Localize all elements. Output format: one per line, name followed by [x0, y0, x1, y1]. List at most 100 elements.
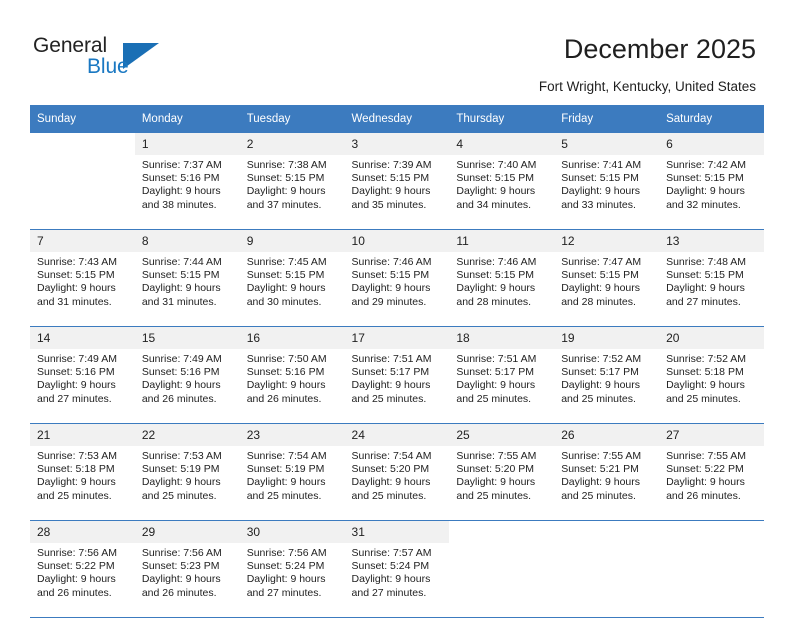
calendar-day-cell[interactable]: 23 Sunrise: 7:54 AM Sunset: 5:19 PM Dayligh…	[239, 424, 345, 521]
calendar-day-cell[interactable]: 27 Sunrise: 7:55 AM Sunset: 5:22 PM Dayligh…	[659, 424, 764, 521]
day-number: 27	[659, 424, 764, 446]
calendar-week-row: 1 Sunrise: 7:37 AM Sunset: 5:16 PM Daylight…	[30, 133, 764, 230]
page-title: December 2025	[563, 34, 756, 64]
day-detail-line: Sunrise: 7:53 AM	[141, 450, 222, 462]
day-details: Sunrise: 7:39 AM Sunset: 5:15 PM Daylight:…	[345, 155, 450, 229]
calendar-day-cell[interactable]: 30 Sunrise: 7:56 AM Sunset: 5:24 PM Dayligh…	[239, 521, 345, 618]
day-detail-line: Sunset: 5:20 PM	[456, 463, 535, 476]
day-detail-line: Sunrise: 7:51 AM	[351, 353, 432, 365]
day-number: 8	[134, 230, 240, 252]
day-details: Sunrise: 7:41 AM Sunset: 5:15 PM Daylight:…	[554, 155, 659, 229]
day-detail-line: Sunrise: 7:54 AM	[246, 450, 327, 462]
day-details: Sunrise: 7:43 AM Sunset: 5:15 PM Daylight:…	[30, 252, 135, 326]
weekday-header-wednesday: Wednesday	[344, 105, 450, 133]
day-detail-line: and 29 minutes.	[351, 295, 427, 308]
day-detail-line: Sunset: 5:15 PM	[37, 269, 115, 282]
day-detail-line: Sunrise: 7:44 AM	[141, 256, 222, 268]
calendar-day-cell[interactable]: 20 Sunrise: 7:52 AM Sunset: 5:18 PM Dayligh…	[659, 327, 764, 424]
calendar-day-cell[interactable]: 11 Sunrise: 7:46 AM Sunset: 5:15 PM Dayligh…	[449, 230, 555, 327]
calendar-day-cell[interactable]: 24 Sunrise: 7:54 AM Sunset: 5:20 PM Dayligh…	[344, 424, 450, 521]
calendar-day-cell[interactable]: 12 Sunrise: 7:47 AM Sunset: 5:15 PM Dayligh…	[554, 230, 660, 327]
brand-logo[interactable]: General Blue	[33, 34, 183, 84]
day-detail-line: and 28 minutes.	[456, 295, 532, 308]
weekday-header-thursday: Thursday	[449, 105, 555, 133]
calendar-day-cell[interactable]: 18 Sunrise: 7:51 AM Sunset: 5:17 PM Dayligh…	[449, 327, 555, 424]
weekday-header-monday: Monday	[134, 105, 240, 133]
day-detail-line: Sunset: 5:19 PM	[246, 463, 325, 476]
calendar-day-cell[interactable]: 17 Sunrise: 7:51 AM Sunset: 5:17 PM Dayligh…	[344, 327, 450, 424]
day-detail-line: Daylight: 9 hours	[666, 282, 745, 295]
day-detail-line: Sunrise: 7:55 AM	[561, 450, 642, 462]
day-detail-line: Daylight: 9 hours	[561, 282, 641, 295]
day-detail-line: and 38 minutes.	[141, 198, 217, 211]
day-number: 24	[344, 424, 450, 446]
day-detail-line: Sunrise: 7:45 AM	[246, 256, 327, 268]
calendar-day-cell[interactable]: 31 Sunrise: 7:57 AM Sunset: 5:24 PM Dayligh…	[344, 521, 450, 618]
day-detail-line: Sunset: 5:21 PM	[561, 463, 639, 476]
day-number: 23	[239, 424, 345, 446]
day-number: 4	[449, 133, 555, 155]
page-subtitle: Fort Wright, Kentucky, United States	[538, 79, 756, 94]
day-details: Sunrise: 7:57 AM Sunset: 5:24 PM Daylight:…	[345, 543, 450, 617]
calendar-day-cell[interactable]: 25 Sunrise: 7:55 AM Sunset: 5:20 PM Dayligh…	[449, 424, 555, 521]
day-number: 13	[659, 230, 764, 252]
calendar-day-cell[interactable]: 29 Sunrise: 7:56 AM Sunset: 5:23 PM Dayligh…	[134, 521, 240, 618]
calendar-day-cell[interactable]: 21 Sunrise: 7:53 AM Sunset: 5:18 PM Dayligh…	[30, 424, 135, 521]
calendar-day-cell[interactable]: 9 Sunrise: 7:45 AM Sunset: 5:15 PM Daylight…	[239, 230, 345, 327]
calendar-day-cell[interactable]: 1 Sunrise: 7:37 AM Sunset: 5:16 PM Daylight…	[134, 133, 240, 230]
calendar-day-cell[interactable]: 2 Sunrise: 7:38 AM Sunset: 5:15 PM Daylight…	[239, 133, 345, 230]
calendar-empty-cell	[554, 521, 660, 618]
brand-name-blue: Blue	[87, 55, 129, 78]
day-detail-line: and 32 minutes.	[666, 198, 741, 211]
calendar-day-cell[interactable]: 15 Sunrise: 7:49 AM Sunset: 5:16 PM Dayligh…	[134, 327, 240, 424]
day-number: 6	[659, 133, 764, 155]
calendar-day-cell[interactable]: 16 Sunrise: 7:50 AM Sunset: 5:16 PM Dayligh…	[239, 327, 345, 424]
day-detail-line: Daylight: 9 hours	[246, 282, 326, 295]
day-details: Sunrise: 7:55 AM Sunset: 5:22 PM Daylight:…	[659, 446, 764, 520]
calendar-day-cell[interactable]: 14 Sunrise: 7:49 AM Sunset: 5:16 PM Dayligh…	[30, 327, 135, 424]
calendar-day-cell[interactable]: 3 Sunrise: 7:39 AM Sunset: 5:15 PM Daylight…	[344, 133, 450, 230]
calendar-day-cell[interactable]: 13 Sunrise: 7:48 AM Sunset: 5:15 PM Dayligh…	[659, 230, 764, 327]
calendar-day-cell[interactable]: 28 Sunrise: 7:56 AM Sunset: 5:22 PM Dayligh…	[30, 521, 135, 618]
day-number: 22	[134, 424, 240, 446]
calendar-day-cell[interactable]: 5 Sunrise: 7:41 AM Sunset: 5:15 PM Daylight…	[554, 133, 660, 230]
day-detail-line: Sunset: 5:17 PM	[561, 366, 639, 379]
day-detail-line: Sunset: 5:15 PM	[666, 172, 744, 185]
day-detail-line: Daylight: 9 hours	[456, 379, 536, 392]
day-detail-line: and 25 minutes.	[561, 489, 636, 502]
calendar-day-cell[interactable]: 4 Sunrise: 7:40 AM Sunset: 5:15 PM Daylight…	[449, 133, 555, 230]
calendar-day-cell[interactable]: 7 Sunrise: 7:43 AM Sunset: 5:15 PM Daylight…	[30, 230, 135, 327]
day-detail-line: Sunrise: 7:53 AM	[37, 450, 117, 462]
day-detail-line: Daylight: 9 hours	[561, 476, 641, 489]
calendar-day-cell[interactable]: 6 Sunrise: 7:42 AM Sunset: 5:15 PM Daylight…	[659, 133, 764, 230]
calendar-day-cell[interactable]: 8 Sunrise: 7:44 AM Sunset: 5:15 PM Daylight…	[134, 230, 240, 327]
day-detail-line: and 26 minutes.	[246, 392, 322, 405]
day-details: Sunrise: 7:56 AM Sunset: 5:24 PM Daylight:…	[240, 543, 345, 617]
day-details: Sunrise: 7:51 AM Sunset: 5:17 PM Daylight:…	[345, 349, 450, 423]
day-detail-line: Sunrise: 7:48 AM	[666, 256, 747, 268]
day-detail-line: and 25 minutes.	[246, 489, 322, 502]
calendar-day-cell[interactable]: 26 Sunrise: 7:55 AM Sunset: 5:21 PM Dayligh…	[554, 424, 660, 521]
day-details: Sunrise: 7:45 AM Sunset: 5:15 PM Daylight:…	[240, 252, 345, 326]
day-number: 12	[554, 230, 660, 252]
calendar-day-cell[interactable]: 22 Sunrise: 7:53 AM Sunset: 5:19 PM Dayligh…	[134, 424, 240, 521]
day-number: 14	[30, 327, 135, 349]
day-details: Sunrise: 7:44 AM Sunset: 5:15 PM Daylight:…	[135, 252, 240, 326]
calendar-day-cell[interactable]: 19 Sunrise: 7:52 AM Sunset: 5:17 PM Dayligh…	[554, 327, 660, 424]
day-details: Sunrise: 7:54 AM Sunset: 5:19 PM Daylight:…	[240, 446, 345, 520]
weekday-header-friday: Friday	[554, 105, 660, 133]
calendar-header-row: Sunday Monday Tuesday Wednesday Thursday Frid…	[30, 105, 764, 133]
day-detail-line: Sunrise: 7:55 AM	[456, 450, 537, 462]
day-detail-line: Daylight: 9 hours	[246, 185, 326, 198]
day-detail-line: Sunset: 5:16 PM	[37, 366, 115, 379]
calendar-day-cell[interactable]: 10 Sunrise: 7:46 AM Sunset: 5:15 PM Dayligh…	[344, 230, 450, 327]
day-detail-line: Sunset: 5:22 PM	[37, 560, 115, 573]
day-details: Sunrise: 7:38 AM Sunset: 5:15 PM Daylight:…	[240, 155, 345, 229]
day-detail-line: and 28 minutes.	[561, 295, 636, 308]
day-detail-line: Sunrise: 7:43 AM	[37, 256, 117, 268]
day-detail-line: Sunrise: 7:39 AM	[351, 159, 432, 171]
day-number: 1	[134, 133, 240, 155]
day-detail-line: Sunset: 5:16 PM	[141, 172, 220, 185]
day-detail-line: Daylight: 9 hours	[246, 573, 326, 586]
day-detail-line: and 25 minutes.	[561, 392, 636, 405]
